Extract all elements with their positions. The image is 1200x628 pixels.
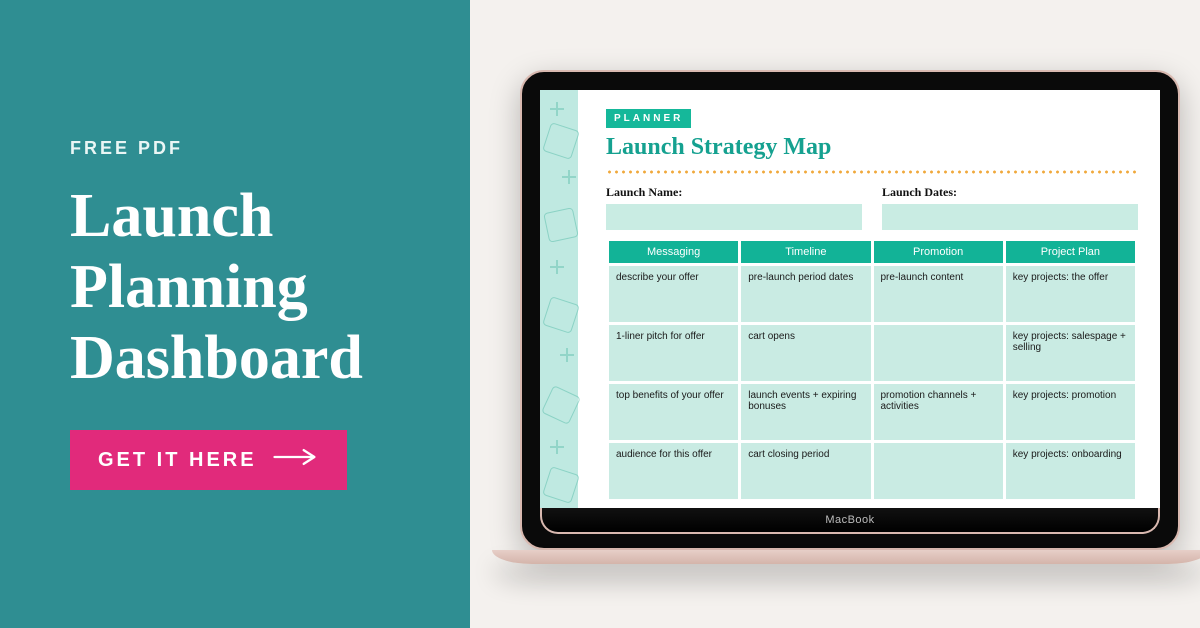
sparkle-icon <box>550 102 564 116</box>
diamond-icon <box>542 296 580 334</box>
promo-left-panel: FREE PDF Launch Planning Dashboard GET I… <box>0 0 470 628</box>
strategy-table: Messaging Timeline Promotion Project Pla… <box>606 238 1138 502</box>
cell[interactable]: pre-launch period dates <box>741 266 870 322</box>
cell[interactable]: key projects: the offer <box>1006 266 1135 322</box>
planner-main: PLANNER Launch Strategy Map Launch Name:… <box>584 90 1160 508</box>
cell[interactable]: cart closing period <box>741 443 870 499</box>
laptop-screen: PLANNER Launch Strategy Map Launch Name:… <box>540 90 1160 508</box>
col-header: Timeline <box>741 241 870 263</box>
diamond-icon <box>543 207 579 243</box>
planner-document: PLANNER Launch Strategy Map Launch Name:… <box>540 90 1160 508</box>
planner-title: Launch Strategy Map <box>606 134 1138 161</box>
table-row: audience for this offer cart closing per… <box>609 443 1135 499</box>
laptop-screen-frame: PLANNER Launch Strategy Map Launch Name:… <box>520 70 1180 550</box>
promo-right-panel: PLANNER Launch Strategy Map Launch Name:… <box>470 0 1200 628</box>
cell[interactable]: audience for this offer <box>609 443 738 499</box>
promo-headline: Launch Planning Dashboard <box>70 181 410 395</box>
sparkle-icon <box>550 440 564 454</box>
launch-name-label: Launch Name: <box>606 185 862 200</box>
laptop-brand-label: MacBook <box>825 514 874 526</box>
planner-meta-row: Launch Name: Launch Dates: <box>606 185 1138 230</box>
cell[interactable] <box>874 443 1003 499</box>
launch-dates-input[interactable] <box>882 204 1138 230</box>
planner-sidebar-pattern <box>540 90 584 508</box>
sparkle-icon <box>560 348 574 362</box>
col-header: Promotion <box>874 241 1003 263</box>
sparkle-icon <box>550 260 564 274</box>
col-header: Messaging <box>609 241 738 263</box>
diamond-icon <box>542 122 580 160</box>
cell[interactable]: describe your offer <box>609 266 738 322</box>
cell[interactable]: promotion channels + activities <box>874 384 1003 440</box>
sparkle-icon <box>562 170 576 184</box>
cta-label: GET IT HERE <box>98 449 257 472</box>
cell[interactable]: 1-liner pitch for offer <box>609 325 738 381</box>
table-row: describe your offer pre-launch period da… <box>609 266 1135 322</box>
table-row: top benefits of your offer launch events… <box>609 384 1135 440</box>
launch-name-input[interactable] <box>606 204 862 230</box>
cell[interactable]: key projects: onboarding <box>1006 443 1135 499</box>
table-row: 1-liner pitch for offer cart opens key p… <box>609 325 1135 381</box>
get-it-here-button[interactable]: GET IT HERE <box>70 430 347 490</box>
launch-dates-field: Launch Dates: <box>882 185 1138 230</box>
dotted-divider <box>606 169 1138 175</box>
laptop-base <box>492 550 1200 564</box>
promo-banner: FREE PDF Launch Planning Dashboard GET I… <box>0 0 1200 628</box>
cell[interactable] <box>874 325 1003 381</box>
arrow-right-icon <box>273 446 319 474</box>
cell[interactable]: launch events + expiring bonuses <box>741 384 870 440</box>
promo-kicker: FREE PDF <box>70 138 410 159</box>
launch-dates-label: Launch Dates: <box>882 185 1138 200</box>
launch-name-field: Launch Name: <box>606 185 862 230</box>
col-header: Project Plan <box>1006 241 1135 263</box>
diamond-icon <box>541 385 581 425</box>
laptop-hinge: MacBook <box>540 508 1160 534</box>
cell[interactable]: pre-launch content <box>874 266 1003 322</box>
cell[interactable]: key projects: salespage + selling <box>1006 325 1135 381</box>
cell[interactable]: top benefits of your offer <box>609 384 738 440</box>
laptop-mockup: PLANNER Launch Strategy Map Launch Name:… <box>520 70 1180 564</box>
planner-tag: PLANNER <box>606 109 691 128</box>
diamond-icon <box>542 466 580 504</box>
cell[interactable]: key projects: promotion <box>1006 384 1135 440</box>
cell[interactable]: cart opens <box>741 325 870 381</box>
